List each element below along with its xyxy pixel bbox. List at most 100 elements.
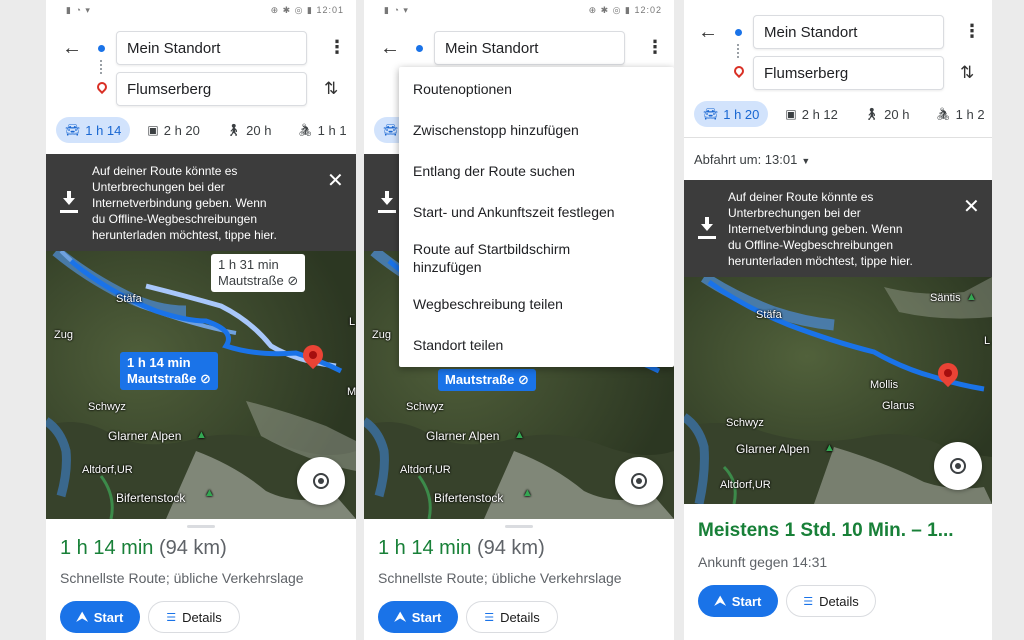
status-time: 12:01 bbox=[316, 5, 344, 15]
back-arrow-icon[interactable]: ← bbox=[698, 22, 718, 42]
banner-line: herunterladen möchtest, tippe hier. bbox=[92, 228, 277, 242]
start-button[interactable]: ⮝ Start bbox=[378, 601, 458, 633]
route-distance: (94 km) bbox=[476, 537, 545, 559]
car-icon: 🚘︎ bbox=[703, 107, 719, 121]
arrival-time: Ankunft gegen 14:31 bbox=[698, 554, 828, 570]
mode-tab-car[interactable]: 🚘︎ 1 h 20 bbox=[694, 101, 769, 127]
route-summary-sheet: Meistens 1 Std. 10 Min. – 1... Ankunft g… bbox=[684, 504, 992, 640]
phone-screen-3: ← Mein Standort Flumserberg ⋮ ⇅ 🚘︎ 1 h 20… bbox=[684, 0, 992, 640]
route-duration: 1 h 14 min (94 km) bbox=[378, 537, 545, 559]
mode-tab-walk[interactable]: 🚶︎ 20 h bbox=[217, 117, 281, 143]
my-location-button[interactable] bbox=[615, 457, 663, 505]
toll-icon: ⊘ bbox=[517, 372, 529, 387]
offline-banner[interactable]: Auf deiner Route könnte es Unterbrechung… bbox=[684, 180, 992, 277]
mode-tab-transit[interactable]: ▣ 2 h 20 bbox=[138, 117, 209, 143]
map-label-schwyz: Schwyz bbox=[406, 401, 444, 413]
origin-input[interactable]: Mein Standort bbox=[753, 15, 944, 49]
menu-item-set-times[interactable]: Start- und Ankunftszeit festlegen bbox=[413, 203, 615, 221]
back-arrow-icon[interactable]: ← bbox=[62, 38, 82, 58]
banner-line: Auf deiner Route könnte es bbox=[92, 164, 238, 178]
swap-icon[interactable]: ⇅ bbox=[960, 64, 974, 81]
close-icon[interactable]: ✕ bbox=[327, 171, 344, 191]
map-label-glarus: Glarus bbox=[882, 400, 915, 412]
more-vert-icon[interactable]: ⋮ bbox=[646, 38, 664, 56]
divider bbox=[684, 137, 992, 138]
back-arrow-icon[interactable]: ← bbox=[380, 38, 400, 58]
navigation-arrow-icon: ⮝ bbox=[76, 609, 88, 624]
alt-route-callout[interactable]: 1 h 31 min Mautstraße ⊘ bbox=[211, 254, 306, 292]
travel-mode-tabs: 🚘︎ 1 h 20 ▣ 2 h 12 🚶︎ 20 h 🚴︎ 1 h 2 bbox=[694, 101, 992, 127]
offline-banner[interactable]: Auf deiner Route könnte es Unterbrechung… bbox=[46, 154, 356, 251]
menu-item-share-directions[interactable]: Wegbeschreibung teilen bbox=[413, 295, 563, 313]
drag-handle[interactable] bbox=[187, 525, 215, 528]
departure-time-selector[interactable]: Abfahrt um: 13:01 ▼ bbox=[694, 152, 810, 167]
mode-tab-car[interactable]: 🚘︎ 1 h 14 bbox=[56, 117, 131, 143]
more-vert-icon[interactable]: ⋮ bbox=[963, 22, 981, 40]
route-dots bbox=[737, 44, 739, 58]
banner-line: Internetverbindung geben. Wenn bbox=[728, 222, 903, 236]
walk-icon: 🚶︎ bbox=[225, 123, 242, 137]
destination-input[interactable]: Flumserberg bbox=[116, 72, 307, 106]
more-vert-icon[interactable]: ⋮ bbox=[328, 38, 346, 56]
toll-icon: ⊘ bbox=[199, 371, 211, 386]
map-label-mollis: Mollis bbox=[870, 379, 899, 391]
menu-item-add-stop[interactable]: Zwischenstopp hinzufügen bbox=[413, 121, 579, 139]
mode-tab-bike[interactable]: 🚴︎ 1 h 1 bbox=[288, 117, 355, 143]
overflow-menu: Routenoptionen Zwischenstopp hinzufügen … bbox=[399, 67, 674, 367]
mode-tab-transit[interactable]: ▣ 2 h 12 bbox=[776, 101, 847, 127]
details-button[interactable]: ☰ Details bbox=[148, 601, 240, 633]
menu-item-route-options[interactable]: Routenoptionen bbox=[413, 80, 512, 98]
map-label-bifertenstock: Bifertenstock bbox=[116, 491, 186, 505]
route-description: Schnellste Route; übliche Verkehrslage bbox=[378, 570, 622, 586]
bike-icon: 🚴︎ bbox=[935, 107, 951, 121]
swap-icon[interactable]: ⇅ bbox=[324, 80, 338, 97]
list-icon: ☰ bbox=[803, 595, 814, 608]
menu-item-add-to-homescreen[interactable]: Route auf Startbildschirm hinzufügen bbox=[413, 240, 570, 276]
drag-handle[interactable] bbox=[505, 525, 533, 528]
mode-tab-walk[interactable]: 🚶︎ 20 h bbox=[855, 101, 919, 127]
menu-item-search-along-route[interactable]: Entlang der Route suchen bbox=[413, 162, 575, 180]
details-button[interactable]: ☰ Details bbox=[786, 585, 876, 617]
main-route-callout[interactable]: Mautstraße ⊘ bbox=[438, 369, 536, 391]
map-label-edge-l: L bbox=[984, 335, 991, 347]
origin-dot-icon bbox=[735, 29, 742, 36]
map-label-edge-l: L bbox=[349, 316, 356, 328]
route-duration: Meistens 1 Std. 10 Min. – 1... bbox=[698, 520, 954, 541]
menu-item-share-location[interactable]: Standort teilen bbox=[413, 336, 503, 354]
mode-tab-bike[interactable]: 🚴︎ 1 h 2 bbox=[926, 101, 992, 127]
banner-line: herunterladen möchtest, tippe hier. bbox=[728, 254, 913, 268]
route-distance: (94 km) bbox=[158, 537, 227, 559]
map-label-stafa: Stäfa bbox=[116, 293, 142, 305]
origin-input[interactable]: Mein Standort bbox=[434, 31, 625, 65]
start-button[interactable]: ⮝ Start bbox=[698, 585, 778, 617]
my-location-button[interactable] bbox=[297, 457, 345, 505]
train-icon: ▣ bbox=[147, 123, 159, 137]
banner-line: Unterbrechungen bei der bbox=[728, 206, 861, 220]
status-bar: ▮ ◔ ▾ ⊕ ✱ ◎ ▮ 12:02 bbox=[364, 0, 674, 22]
signal-icons: ▮ ◔ ▾ bbox=[66, 5, 91, 15]
close-icon[interactable]: ✕ bbox=[963, 197, 980, 217]
map-view[interactable]: Säntis ▲ Stäfa Mollis Glarus Schwyz Glar… bbox=[684, 277, 992, 504]
status-bar: ▮ ◔ ▾ ⊕ ✱ ◎ ▮ 12:01 bbox=[46, 0, 356, 22]
download-icon bbox=[698, 217, 716, 239]
origin-input[interactable]: Mein Standort bbox=[116, 31, 307, 65]
list-icon: ☰ bbox=[166, 611, 177, 624]
destination-pin-icon bbox=[94, 79, 110, 95]
map-label-stafa: Stäfa bbox=[756, 309, 782, 321]
destination-input[interactable]: Flumserberg bbox=[753, 56, 944, 90]
my-location-button[interactable] bbox=[934, 442, 982, 490]
route-summary-sheet: 1 h 14 min (94 km) Schnellste Route; übl… bbox=[364, 519, 674, 640]
main-route-callout[interactable]: 1 h 14 min Mautstraße ⊘ bbox=[120, 352, 218, 390]
route-duration: 1 h 14 min (94 km) bbox=[60, 537, 227, 559]
map-view[interactable]: Stäfa Zug Schwyz Glarner Alpen ▲ Altdorf… bbox=[46, 251, 356, 519]
start-button[interactable]: ⮝ Start bbox=[60, 601, 140, 633]
map-label-edge-m: M bbox=[347, 386, 356, 398]
park-icon: ▲ bbox=[514, 429, 525, 441]
download-icon bbox=[60, 191, 78, 213]
origin-dot-icon bbox=[416, 45, 423, 52]
phone-screen-2: ▮ ◔ ▾ ⊕ ✱ ◎ ▮ 12:02 ← Mein Standort ⋮ 🚘︎… bbox=[364, 0, 674, 640]
park-icon: ▲ bbox=[824, 442, 835, 454]
map-label-altdorf: Altdorf,UR bbox=[82, 464, 133, 476]
details-button[interactable]: ☰ Details bbox=[466, 601, 558, 633]
park-icon: ▲ bbox=[196, 429, 207, 441]
